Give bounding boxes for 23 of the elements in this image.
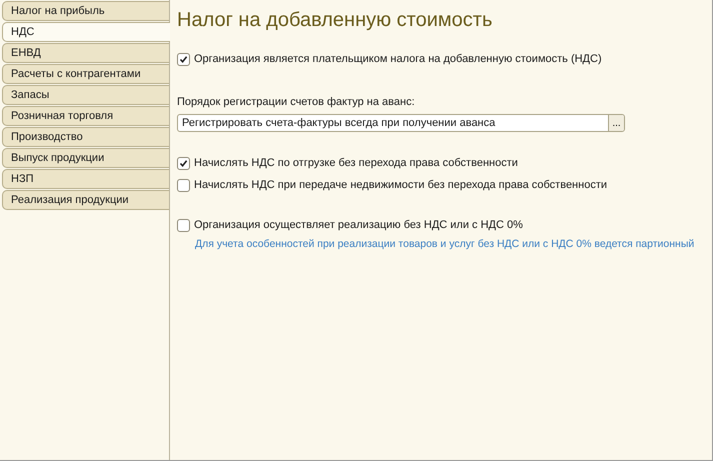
sidebar-tab[interactable]: НЗП <box>2 169 169 189</box>
sidebar-tab[interactable]: ЕНВД <box>2 43 169 63</box>
sidebar-tab[interactable]: НДС <box>2 22 170 42</box>
sidebar-tab[interactable]: Расчеты с контрагентами <box>2 64 169 84</box>
sidebar-tab[interactable]: Розничная торговля <box>2 106 169 126</box>
field-label: Порядок регистрации счетов фактур на аванс: <box>177 96 416 108</box>
select-button[interactable]: ... <box>608 115 624 131</box>
sidebar-tab[interactable]: Налог на прибыль <box>2 1 169 21</box>
checkbox[interactable] <box>177 156 190 170</box>
checkbox-label: Организация является плательщиком налога на добавленную стоимость (НДС) <box>194 53 602 65</box>
invoice-order-field[interactable]: Регистрировать счета-фактуры всегда при получении аванса ... <box>177 114 625 132</box>
checkbox[interactable] <box>177 178 190 192</box>
hint-text: Для учета особенностей при реализации товаров и услуг без НДС или с НДС 0% ведется партионный <box>195 238 696 250</box>
sidebar-tab[interactable]: Производство <box>2 127 169 147</box>
checkbox[interactable] <box>177 52 190 66</box>
checkbox-label: Организация осуществляет реализацию без НДС или с НДС 0% <box>194 219 523 231</box>
checkbox-label: Начислять НДС по отгрузке без перехода права собственности <box>194 157 518 169</box>
page-title: Налог на добавленную стоимость <box>177 8 494 32</box>
sidebar-tab[interactable]: Запасы <box>2 85 169 105</box>
sidebar-tab[interactable]: Реализация продукции <box>2 190 169 210</box>
checkbox[interactable] <box>177 218 190 232</box>
checkbox-label: Начислять НДС при передаче недвижимости без перехода права собственности <box>194 179 608 191</box>
sidebar-tab[interactable]: Выпуск продукции <box>2 148 169 168</box>
